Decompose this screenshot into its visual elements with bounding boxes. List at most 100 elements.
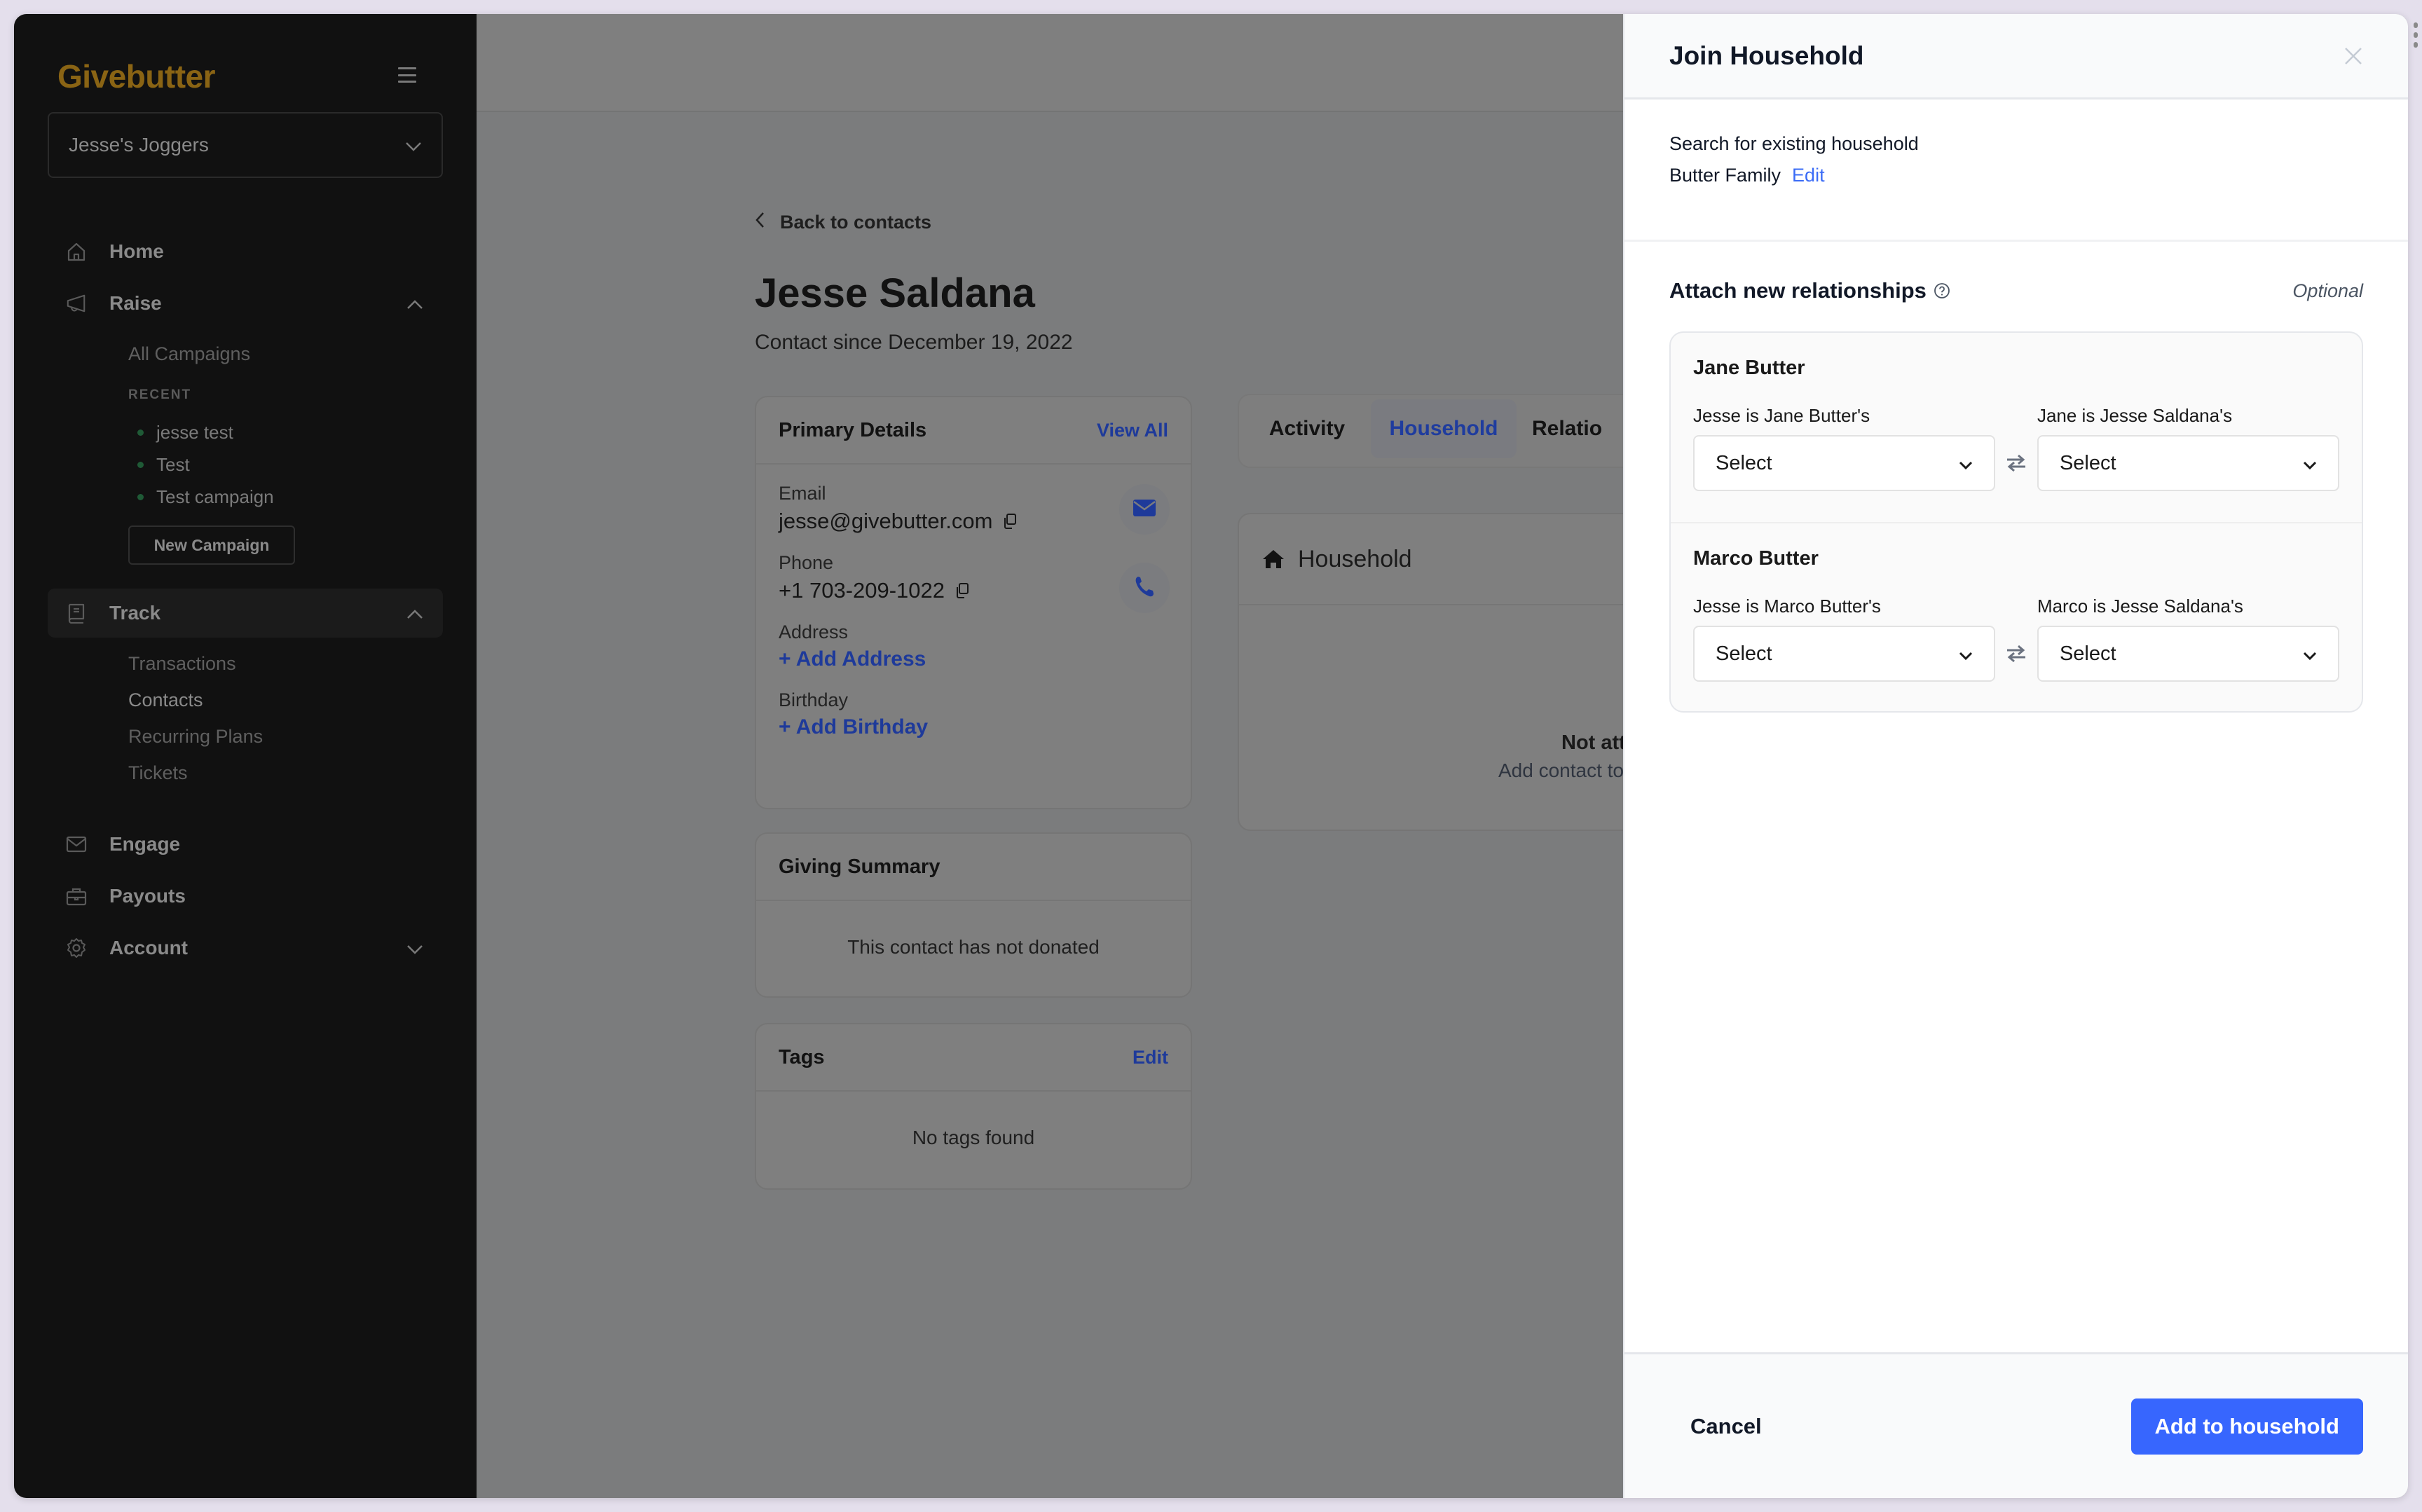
recent-campaign-label: Test bbox=[156, 454, 190, 475]
help-icon[interactable] bbox=[1934, 282, 1950, 299]
sidebar-item-home[interactable]: Home bbox=[48, 227, 443, 276]
sidebar-subitem-recurring-plans[interactable]: Recurring Plans bbox=[128, 726, 263, 748]
relationships-title: Attach new relationships bbox=[1669, 278, 1927, 303]
chevron-down-icon bbox=[1959, 642, 1973, 666]
back-to-contacts-link[interactable]: Back to contacts bbox=[755, 212, 931, 233]
recent-campaign-item[interactable]: Test campaign bbox=[137, 486, 274, 508]
relationship-select[interactable]: Select bbox=[1693, 435, 1996, 491]
birthday-label: Birthday bbox=[779, 689, 849, 710]
relationship-person-row: Marco Butter Jesse is Marco Butter's Sel… bbox=[1671, 522, 2362, 711]
chevron-down-icon bbox=[2303, 642, 2317, 666]
tab-household[interactable]: Household bbox=[1371, 399, 1517, 458]
email-value: jesse@givebutter.com bbox=[779, 509, 993, 533]
sidebar: Givebutter Jesse's Joggers Home Raise Al… bbox=[14, 14, 477, 1498]
copy-icon[interactable] bbox=[1002, 513, 1018, 530]
relationships-section: Attach new relationships Optional Jane B… bbox=[1624, 242, 2408, 749]
select-value: Select bbox=[2059, 451, 2116, 474]
add-birthday-link[interactable]: + Add Birthday bbox=[779, 715, 1168, 739]
relationship-select[interactable]: Select bbox=[2037, 626, 2339, 682]
sidebar-subitem-transactions[interactable]: Transactions bbox=[128, 653, 236, 675]
cancel-button[interactable]: Cancel bbox=[1690, 1414, 1762, 1439]
edit-tags-link[interactable]: Edit bbox=[1133, 1047, 1168, 1068]
recent-campaign-item[interactable]: Test bbox=[137, 454, 190, 476]
chevron-down-icon bbox=[406, 937, 423, 959]
contact-name: Jesse Saldana bbox=[755, 270, 1035, 316]
select-value: Select bbox=[1716, 642, 1772, 665]
email-field: Email jesse@givebutter.com bbox=[779, 483, 1168, 534]
address-label: Address bbox=[779, 621, 849, 642]
call-phone-button[interactable] bbox=[1119, 563, 1170, 613]
sidebar-subitem-all-campaigns[interactable]: All Campaigns bbox=[128, 343, 250, 365]
recent-campaign-item[interactable]: jesse test bbox=[137, 422, 233, 444]
chevron-up-icon bbox=[406, 292, 423, 315]
tags-empty: No tags found bbox=[912, 1127, 1035, 1148]
email-label: Email bbox=[779, 483, 826, 504]
menu-toggle-button[interactable] bbox=[398, 67, 416, 83]
phone-icon bbox=[1134, 575, 1155, 601]
briefcase-icon bbox=[66, 886, 87, 907]
dot-icon bbox=[2414, 42, 2418, 48]
add-to-household-button[interactable]: Add to household bbox=[2130, 1398, 2363, 1455]
relationship-person-row: Jane Butter Jesse is Jane Butter's Selec… bbox=[1671, 333, 2362, 522]
swap-arrows-icon[interactable] bbox=[1995, 626, 2037, 682]
chevron-down-icon bbox=[1959, 452, 1973, 475]
contact-page-overlay[interactable]: Back to contacts Jesse Saldana Contact s… bbox=[477, 14, 1672, 1498]
person-name: Marco Butter bbox=[1693, 547, 1819, 570]
relationships-card: Jane Butter Jesse is Jane Butter's Selec… bbox=[1669, 331, 2363, 713]
card-title: Primary Details bbox=[779, 418, 927, 441]
view-all-link[interactable]: View All bbox=[1097, 420, 1168, 441]
sidebar-subitem-tickets[interactable]: Tickets bbox=[128, 762, 188, 784]
selected-household: Butter Family bbox=[1669, 165, 1781, 186]
select-value: Select bbox=[1716, 451, 1772, 474]
sidebar-item-raise[interactable]: Raise bbox=[48, 279, 443, 328]
mail-icon bbox=[66, 834, 87, 855]
household-empty-title: Not att bbox=[1561, 731, 1626, 754]
top-bar bbox=[477, 14, 1637, 112]
recent-label: RECENT bbox=[128, 387, 192, 402]
join-household-drawer: Join Household Search for existing house… bbox=[1623, 14, 2408, 1498]
relationship-select[interactable]: Select bbox=[2037, 435, 2339, 491]
card-title: Household bbox=[1298, 545, 1412, 572]
gear-icon bbox=[66, 937, 87, 958]
relationship-label: Jane is Jesse Saldana's bbox=[2037, 405, 2233, 426]
contact-since: Contact since December 19, 2022 bbox=[755, 331, 1073, 354]
relationship-label: Jesse is Marco Butter's bbox=[1693, 596, 1881, 617]
phone-value: +1 703-209-1022 bbox=[779, 578, 945, 603]
sidebar-item-engage[interactable]: Engage bbox=[48, 820, 443, 869]
select-value: Select bbox=[2059, 642, 2116, 665]
send-email-button[interactable] bbox=[1119, 484, 1170, 535]
megaphone-icon bbox=[66, 293, 87, 314]
sidebar-item-label: Account bbox=[109, 937, 188, 958]
sidebar-item-label: Engage bbox=[109, 833, 181, 855]
organization-selector[interactable]: Jesse's Joggers bbox=[48, 112, 443, 178]
copy-icon[interactable] bbox=[955, 582, 970, 599]
sidebar-item-account[interactable]: Account bbox=[48, 923, 443, 973]
sidebar-subitem-contacts[interactable]: Contacts bbox=[128, 689, 203, 711]
swap-arrows-icon[interactable] bbox=[1995, 435, 2037, 491]
close-button[interactable] bbox=[2344, 46, 2363, 66]
household-search-section: Search for existing household Butter Fam… bbox=[1624, 99, 2408, 242]
sidebar-item-track[interactable]: Track bbox=[48, 589, 443, 638]
card-header: Tags Edit bbox=[756, 1024, 1191, 1092]
new-campaign-button[interactable]: New Campaign bbox=[128, 525, 295, 565]
phone-label: Phone bbox=[779, 552, 834, 573]
drawer-header: Join Household bbox=[1624, 14, 2408, 99]
status-dot-icon bbox=[137, 494, 144, 500]
search-household-label: Search for existing household bbox=[1669, 133, 1919, 154]
tab-activity[interactable]: Activity bbox=[1249, 399, 1365, 458]
chevron-left-icon bbox=[755, 212, 765, 233]
envelope-icon bbox=[1133, 499, 1156, 521]
edit-household-link[interactable]: Edit bbox=[1792, 165, 1825, 186]
card-header: Household bbox=[1239, 514, 1671, 605]
add-address-link[interactable]: + Add Address bbox=[779, 647, 1168, 671]
relationship-select[interactable]: Select bbox=[1693, 626, 1996, 682]
givebutter-logo[interactable]: Givebutter bbox=[57, 57, 216, 95]
app-window: Givebutter Jesse's Joggers Home Raise Al… bbox=[14, 14, 2408, 1498]
sidebar-item-payouts[interactable]: Payouts bbox=[48, 872, 443, 921]
primary-details-card: Primary Details View All Email jesse@giv… bbox=[755, 396, 1192, 809]
giving-summary-card: Giving Summary This contact has not dona… bbox=[755, 832, 1192, 998]
chevron-down-icon bbox=[405, 134, 422, 156]
hamburger-icon bbox=[398, 67, 416, 69]
address-field: Address + Add Address bbox=[779, 621, 1168, 671]
window-menu-handle[interactable] bbox=[2414, 22, 2418, 48]
